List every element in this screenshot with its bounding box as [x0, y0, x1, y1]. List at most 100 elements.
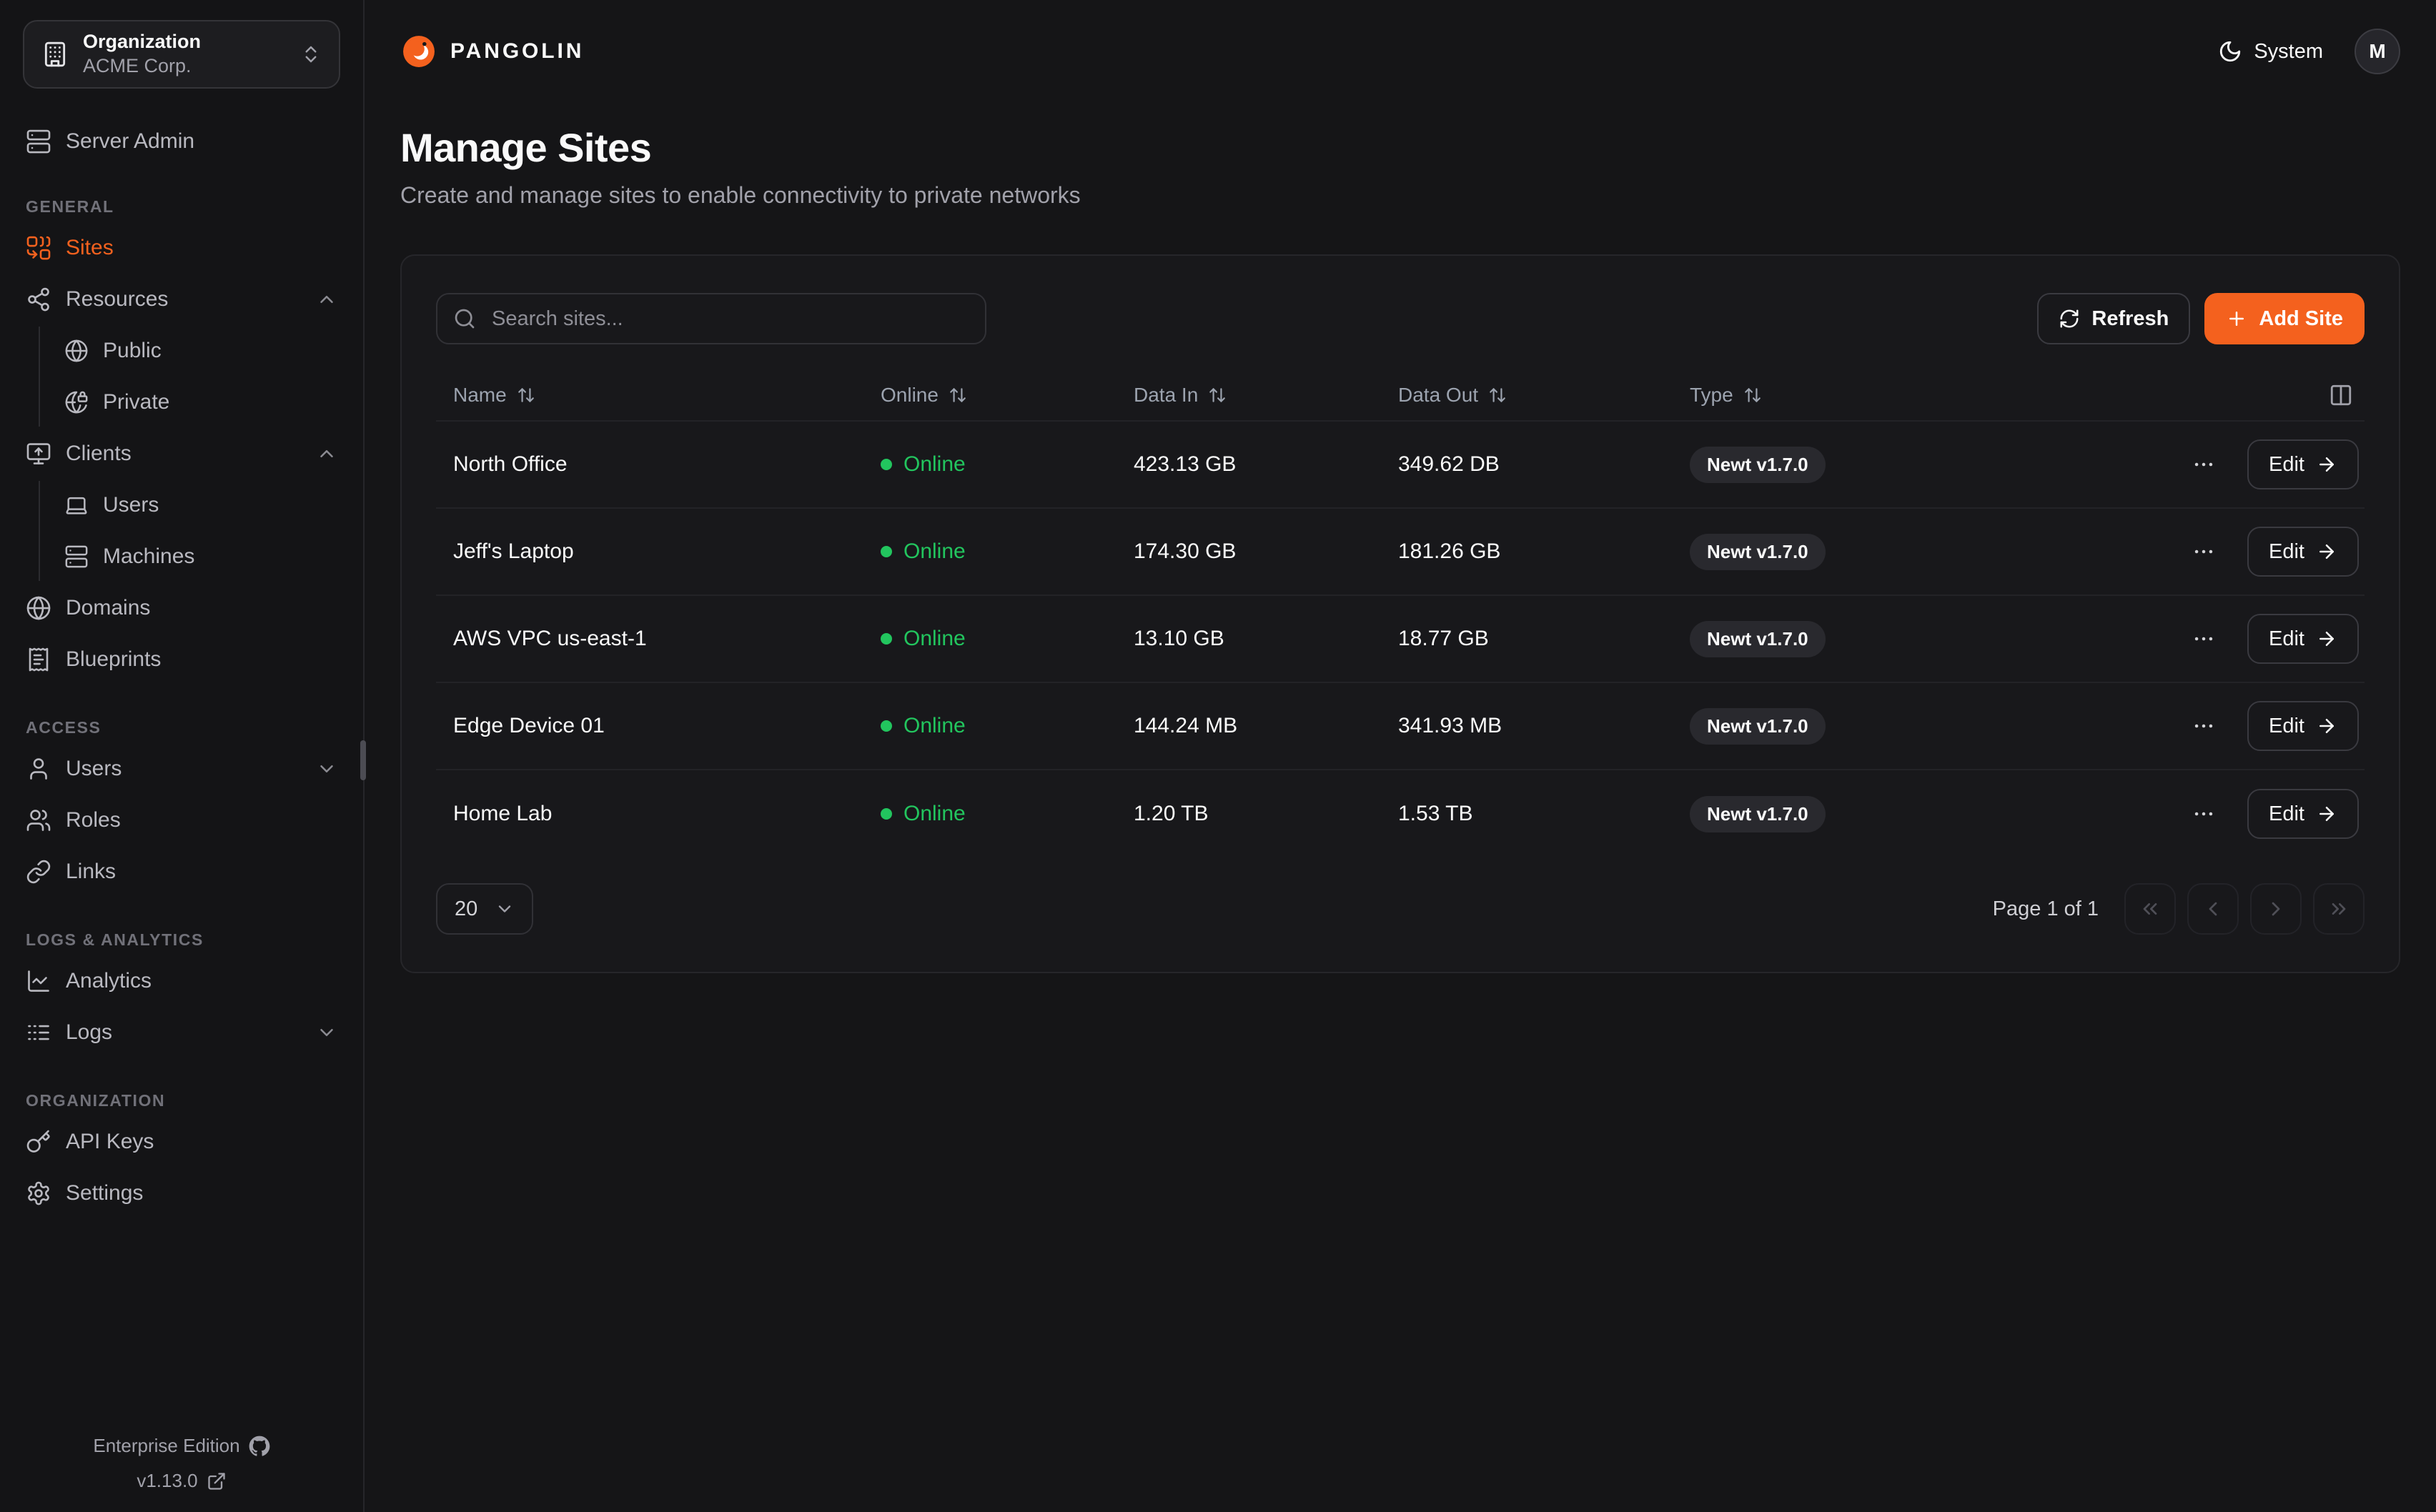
- edit-button[interactable]: Edit: [2247, 527, 2359, 577]
- site-status: Online: [863, 627, 1116, 651]
- avatar[interactable]: M: [2355, 29, 2400, 74]
- sidebar-item-private[interactable]: Private: [40, 378, 352, 427]
- sidebar-item-blueprints[interactable]: Blueprints: [11, 635, 352, 684]
- column-header-online[interactable]: Online: [863, 384, 1116, 407]
- organization-building-icon: [41, 41, 69, 68]
- add-site-button[interactable]: Add Site: [2204, 293, 2365, 344]
- site-data-in: 1.20 TB: [1116, 802, 1381, 826]
- site-name: AWS VPC us-east-1: [436, 627, 863, 651]
- monitor-up-icon: [26, 441, 51, 467]
- chevrons-right-icon: [2327, 897, 2350, 920]
- user-icon: [26, 756, 51, 782]
- edit-button[interactable]: Edit: [2247, 614, 2359, 664]
- page-size-select[interactable]: 20: [436, 883, 533, 935]
- arrow-right-icon: [2316, 628, 2337, 650]
- last-page-button[interactable]: [2313, 883, 2365, 935]
- external-link-icon[interactable]: [207, 1471, 227, 1491]
- column-header-name[interactable]: Name: [436, 384, 863, 407]
- sort-icon: [1488, 386, 1507, 404]
- column-header-data-in[interactable]: Data In: [1116, 384, 1381, 407]
- sort-icon: [949, 386, 967, 404]
- sidebar-item-label: Machines: [103, 544, 194, 569]
- type-badge: Newt v1.7.0: [1690, 534, 1826, 570]
- brand[interactable]: PANGOLIN: [400, 33, 584, 70]
- organization-value: ACME Corp.: [83, 54, 286, 79]
- organization-selector[interactable]: Organization ACME Corp.: [23, 20, 340, 89]
- globe-icon: [64, 339, 89, 363]
- sidebar-item-machines[interactable]: Machines: [40, 532, 352, 581]
- sidebar-item-label: Resources: [66, 287, 168, 312]
- table-row: Edge Device 01 Online 144.24 MB 341.93 M…: [436, 683, 2365, 770]
- sites-icon: [26, 235, 51, 261]
- columns-toggle-button[interactable]: [2326, 380, 2356, 410]
- brand-name: PANGOLIN: [450, 39, 584, 64]
- sidebar-item-settings[interactable]: Settings: [11, 1169, 352, 1218]
- section-heading-general: GENERAL: [26, 197, 337, 217]
- column-header-type[interactable]: Type: [1673, 384, 2317, 407]
- sidebar-item-label: Server Admin: [66, 129, 194, 154]
- sidebar-item-public[interactable]: Public: [40, 327, 352, 375]
- sidebar-item-client-users[interactable]: Users: [40, 481, 352, 529]
- globe-icon: [26, 595, 51, 621]
- sidebar-item-clients[interactable]: Clients: [11, 429, 352, 478]
- key-icon: [26, 1129, 51, 1155]
- row-menu-button[interactable]: [2186, 708, 2222, 744]
- row-menu-button[interactable]: [2186, 796, 2222, 832]
- chevron-down-icon: [316, 758, 337, 780]
- sidebar-item-users[interactable]: Users: [11, 745, 352, 793]
- site-type: Newt v1.7.0: [1673, 621, 2169, 657]
- refresh-icon: [2059, 308, 2080, 329]
- sidebar-item-server-admin[interactable]: Server Admin: [11, 117, 352, 166]
- sidebar-item-logs[interactable]: Logs: [11, 1008, 352, 1057]
- version-label[interactable]: v1.13.0: [137, 1470, 197, 1492]
- sidebar-item-roles[interactable]: Roles: [11, 796, 352, 845]
- site-status: Online: [863, 539, 1116, 564]
- theme-toggle[interactable]: System: [2218, 39, 2323, 64]
- topbar-right: System M: [2218, 29, 2400, 74]
- sidebar-item-label: Links: [66, 860, 116, 884]
- column-header-data-out[interactable]: Data Out: [1381, 384, 1673, 407]
- github-icon[interactable]: [249, 1436, 270, 1457]
- next-page-button[interactable]: [2250, 883, 2302, 935]
- sidebar-item-label: Settings: [66, 1181, 143, 1205]
- sidebar-item-resources[interactable]: Resources: [11, 275, 352, 324]
- online-dot-icon: [881, 633, 892, 645]
- sidebar-item-api-keys[interactable]: API Keys: [11, 1118, 352, 1166]
- resources-subgroup: Public Private: [39, 327, 352, 427]
- sidebar-resize-handle[interactable]: [360, 740, 366, 780]
- site-data-in: 13.10 GB: [1116, 627, 1381, 651]
- main-content: PANGOLIN System M Manage Sites Create an…: [365, 0, 2436, 1512]
- search-input[interactable]: [436, 293, 986, 344]
- row-menu-button[interactable]: [2186, 534, 2222, 570]
- refresh-button[interactable]: Refresh: [2037, 293, 2190, 344]
- sidebar-item-domains[interactable]: Domains: [11, 584, 352, 632]
- sidebar-item-links[interactable]: Links: [11, 847, 352, 896]
- site-type: Newt v1.7.0: [1673, 708, 2169, 745]
- site-data-in: 174.30 GB: [1116, 539, 1381, 564]
- row-menu-button[interactable]: [2186, 447, 2222, 482]
- row-menu-button[interactable]: [2186, 621, 2222, 657]
- type-badge: Newt v1.7.0: [1690, 621, 1826, 657]
- edit-button[interactable]: Edit: [2247, 789, 2359, 839]
- ellipsis-icon: [2192, 714, 2216, 738]
- sidebar: Organization ACME Corp. Server Admin GEN…: [0, 0, 365, 1512]
- site-status: Online: [863, 452, 1116, 477]
- search-icon: [453, 307, 476, 330]
- sidebar-item-label: Analytics: [66, 969, 152, 993]
- ellipsis-icon: [2192, 539, 2216, 564]
- pagination: 20 Page 1 of 1: [436, 883, 2365, 935]
- site-type: Newt v1.7.0: [1673, 534, 2169, 570]
- site-data-in: 144.24 MB: [1116, 714, 1381, 738]
- sidebar-item-label: Roles: [66, 808, 121, 832]
- columns-icon: [2329, 383, 2353, 407]
- edit-button[interactable]: Edit: [2247, 439, 2359, 489]
- sidebar-item-sites[interactable]: Sites: [11, 224, 352, 272]
- sidebar-item-analytics[interactable]: Analytics: [11, 957, 352, 1005]
- prev-page-button[interactable]: [2187, 883, 2239, 935]
- chevrons-left-icon: [2139, 897, 2162, 920]
- arrow-right-icon: [2316, 541, 2337, 562]
- server-icon: [26, 129, 51, 154]
- edit-button[interactable]: Edit: [2247, 701, 2359, 751]
- first-page-button[interactable]: [2124, 883, 2176, 935]
- site-data-out: 18.77 GB: [1381, 627, 1673, 651]
